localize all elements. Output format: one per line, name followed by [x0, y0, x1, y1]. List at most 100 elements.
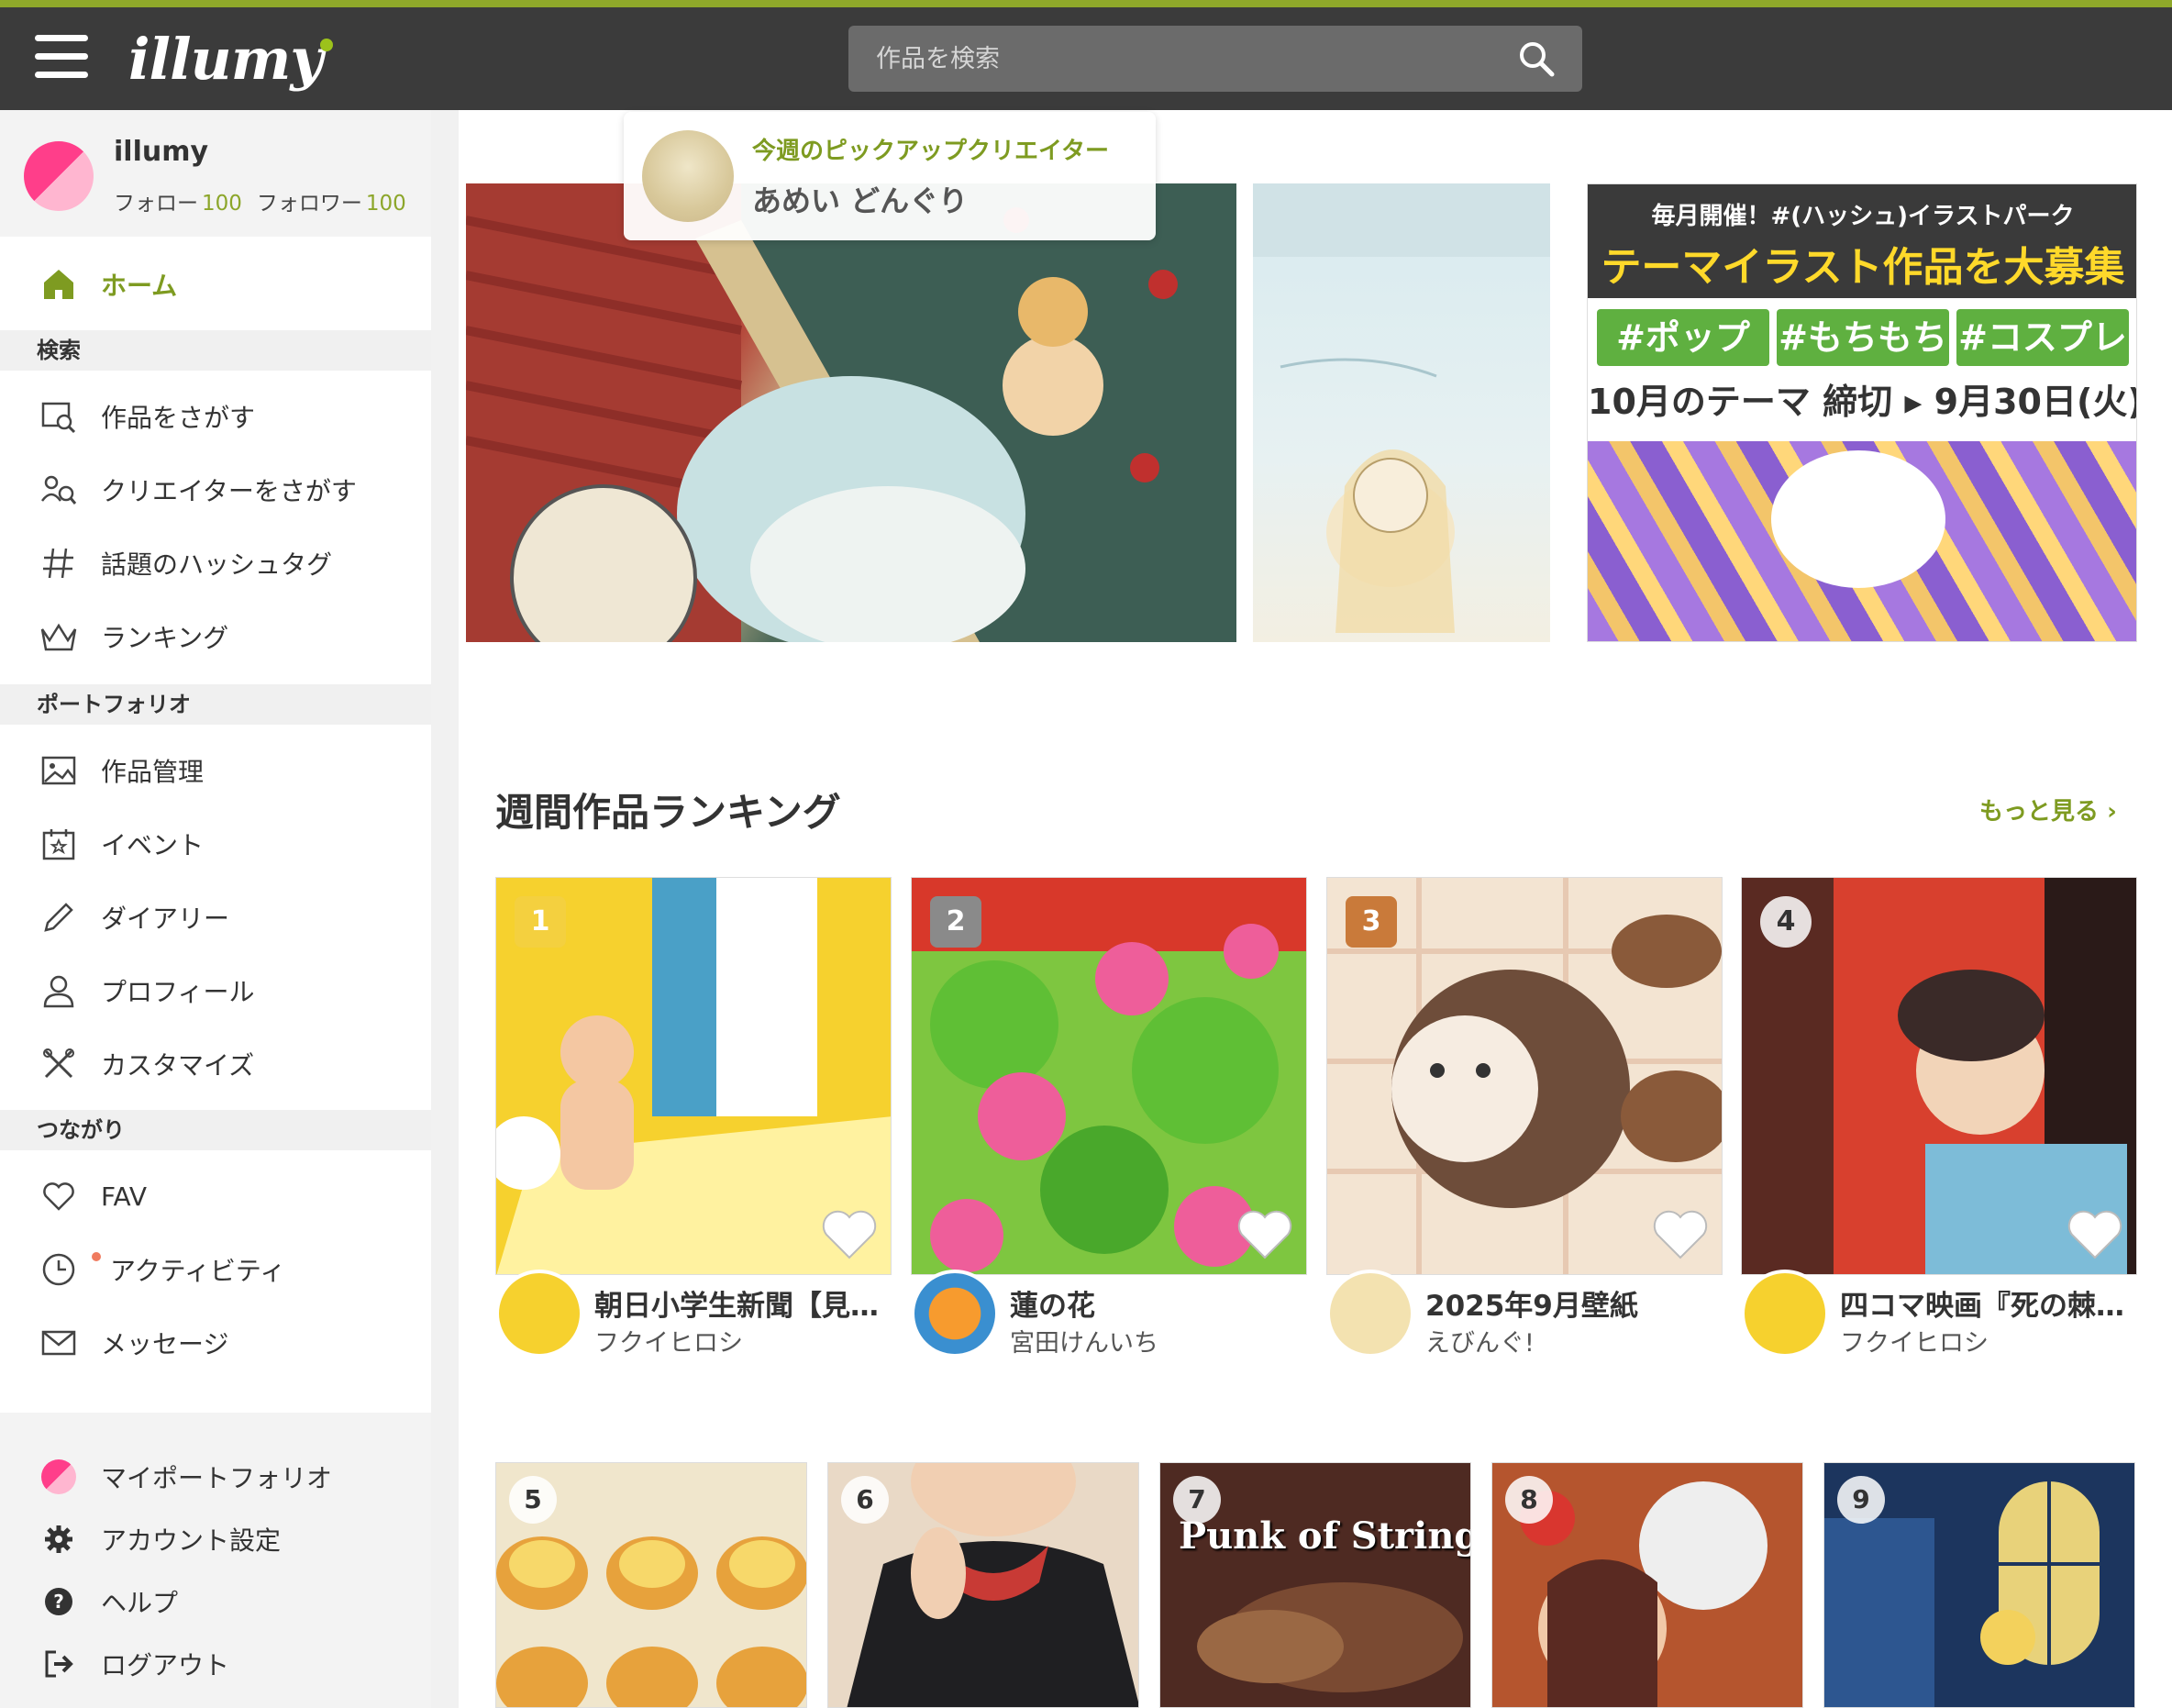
- sidebar-item-messages[interactable]: メッセージ: [0, 1306, 431, 1380]
- sidebar-item-search-creators[interactable]: クリエイターをさがす: [0, 453, 431, 527]
- see-more-link[interactable]: もっと見る ›: [1979, 793, 2117, 826]
- ranking-card[interactable]: 9: [1823, 1462, 2135, 1708]
- avatar[interactable]: [495, 1270, 583, 1358]
- sidebar-item-search-works[interactable]: 作品をさがす: [0, 380, 431, 453]
- artwork-author[interactable]: えびんぐ!: [1425, 1323, 1535, 1359]
- ranking-card[interactable]: 8: [1491, 1462, 1803, 1708]
- banner-line2: テーマイラスト作品を大募集: [1601, 244, 2125, 291]
- artwork-author[interactable]: 宮田けんいち: [1010, 1323, 1158, 1359]
- banner-line1: 毎月開催！#(ハッシュ)イラストパーク: [1651, 203, 2075, 230]
- ranking-card[interactable]: 5: [495, 1462, 807, 1708]
- pickup-title: 今週のピックアップクリエイター: [752, 138, 1109, 165]
- artwork-thumbnail[interactable]: 2: [911, 877, 1307, 1275]
- sidebar-item-fav[interactable]: FAV: [0, 1159, 431, 1233]
- logo[interactable]: illumy: [128, 26, 335, 93]
- artwork-title[interactable]: 2025年9月壁紙: [1425, 1282, 1723, 1324]
- banner-stars-illustration: [1588, 441, 2136, 641]
- pickup-creator-name[interactable]: あめい どんぐり: [752, 178, 968, 220]
- artwork-thumbnail[interactable]: 3: [1326, 877, 1723, 1275]
- follow-count[interactable]: 100: [202, 192, 242, 216]
- avatar[interactable]: [24, 141, 94, 211]
- sidebar-item-customize[interactable]: カスタマイズ: [0, 1027, 431, 1101]
- header: illumy: [0, 7, 2172, 110]
- rank-badge: 9: [1837, 1476, 1885, 1524]
- section-connections: つながり: [0, 1110, 431, 1150]
- heart-icon[interactable]: [1236, 1208, 1293, 1261]
- calendar-star-icon: [37, 822, 81, 866]
- banner-header: 毎月開催！#(ハッシュ)イラストパーク テーマイラスト作品を大募集: [1588, 184, 2136, 298]
- featured-artwork-banner[interactable]: [466, 183, 1236, 642]
- heart-icon[interactable]: [821, 1208, 878, 1261]
- pencil-icon: [37, 895, 81, 939]
- chevron-right-icon: ›: [2107, 798, 2117, 826]
- rank-badge: 4: [1760, 896, 1812, 948]
- sidebar-item-label: ホーム: [101, 271, 178, 301]
- sidebar-item-hashtags[interactable]: 話題のハッシュタグ: [0, 527, 431, 600]
- gear-icon: [37, 1517, 81, 1561]
- rank-badge: 6: [841, 1476, 889, 1524]
- portfolio-avatar-icon: [37, 1455, 81, 1499]
- follow-label[interactable]: フォロー: [114, 192, 198, 216]
- heart-icon: [37, 1174, 81, 1218]
- heart-icon[interactable]: [2067, 1208, 2123, 1261]
- sidebar-item-label: ログアウト: [101, 1650, 230, 1680]
- profile-card[interactable]: illumy フォロー 100 フォロワー 100: [0, 110, 431, 237]
- sidebar-item-label: アカウント設定: [101, 1525, 282, 1556]
- sidebar-item-account-settings[interactable]: アカウント設定: [0, 1508, 431, 1570]
- artwork-title[interactable]: 朝日小学生新聞【見…: [594, 1282, 892, 1324]
- avatar[interactable]: [1741, 1270, 1829, 1358]
- artwork-thumbnail[interactable]: 4: [1741, 877, 2137, 1275]
- sidebar-item-events[interactable]: イベント: [0, 807, 431, 881]
- hamburger-menu-icon[interactable]: [35, 35, 88, 83]
- follower-count[interactable]: 100: [366, 192, 406, 216]
- rank-badge: 3: [1346, 896, 1397, 948]
- sidebar-item-label: プロフィール: [101, 977, 255, 1007]
- rank-badge: 2: [930, 896, 981, 948]
- help-icon: ?: [37, 1580, 81, 1624]
- sidebar-item-help[interactable]: ? ヘルプ: [0, 1570, 431, 1633]
- sidebar-item-label: カスタマイズ: [101, 1050, 255, 1081]
- top-accent-line: [0, 0, 2172, 7]
- sidebar-item-label: ランキング: [101, 623, 229, 653]
- heart-icon[interactable]: [1652, 1208, 1709, 1261]
- banner-tag: #コスプレ: [1956, 309, 2129, 366]
- sidebar-item-activity[interactable]: アクティビティ: [0, 1233, 431, 1306]
- sidebar-item-works-manage[interactable]: 作品管理: [0, 734, 431, 807]
- search-icon[interactable]: [1518, 40, 1555, 77]
- avatar[interactable]: [1326, 1270, 1414, 1358]
- mail-icon: [37, 1321, 81, 1365]
- sidebar-item-profile[interactable]: プロフィール: [0, 954, 431, 1027]
- picture-icon: [37, 749, 81, 793]
- sidebar-item-home[interactable]: ホーム: [0, 248, 431, 321]
- section-search: 検索: [0, 330, 431, 371]
- secondary-artwork-image: [1253, 183, 1550, 633]
- sidebar: illumy フォロー 100 フォロワー 100 ホーム 検索 作品をさがす クリエ…: [0, 110, 431, 1708]
- avatar[interactable]: [911, 1270, 999, 1358]
- home-icon: [37, 262, 81, 306]
- search-input[interactable]: [876, 39, 1463, 79]
- sidebar-item-label: イベント: [101, 830, 205, 860]
- artwork-title-overlay: Punk of Strings: [1179, 1514, 1471, 1558]
- theme-illustration-banner[interactable]: 毎月開催！#(ハッシュ)イラストパーク テーマイラスト作品を大募集 #ポップ #…: [1587, 183, 2137, 642]
- artwork-thumbnail[interactable]: 1: [495, 877, 892, 1275]
- secondary-artwork-banner[interactable]: [1253, 183, 1550, 642]
- artwork-title[interactable]: 蓮の花: [1010, 1282, 1307, 1324]
- artwork-title[interactable]: 四コマ映画『死の棘…: [1840, 1282, 2137, 1324]
- search-bar: [848, 26, 1582, 92]
- follower-label[interactable]: フォロワー: [257, 192, 362, 216]
- sidebar-item-diary[interactable]: ダイアリー: [0, 881, 431, 954]
- artwork-author[interactable]: フクイヒロシ: [1840, 1323, 1989, 1359]
- sidebar-item-label: アクティビティ: [110, 1256, 286, 1286]
- sidebar-item-label: FAV: [101, 1181, 148, 1212]
- sidebar-divider: [431, 110, 459, 1708]
- people-search-icon: [37, 468, 81, 512]
- ranking-card[interactable]: 7 Punk of Strings: [1159, 1462, 1471, 1708]
- section-portfolio: ポートフォリオ: [0, 684, 431, 725]
- artwork-author[interactable]: フクイヒロシ: [594, 1323, 743, 1359]
- sidebar-item-ranking[interactable]: ランキング: [0, 600, 431, 673]
- sidebar-item-logout[interactable]: ログアウト: [0, 1633, 431, 1695]
- sidebar-item-my-portfolio[interactable]: マイポートフォリオ: [0, 1446, 431, 1508]
- follow-stats: フォロー 100 フォロワー 100: [114, 185, 421, 216]
- ranking-card[interactable]: 6: [827, 1462, 1139, 1708]
- pickup-creator-card[interactable]: 今週のピックアップクリエイター あめい どんぐり: [624, 112, 1156, 240]
